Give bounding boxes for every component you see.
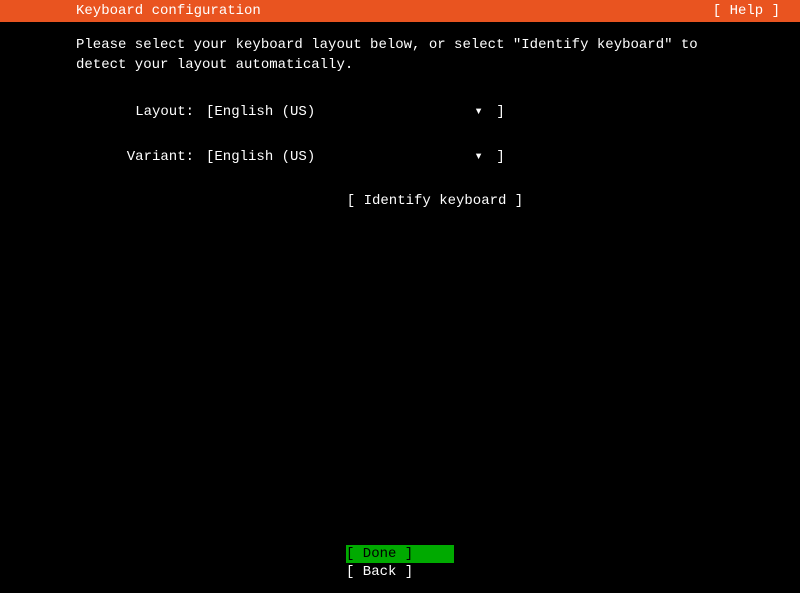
header-bar: Keyboard configuration [ Help ] bbox=[0, 0, 800, 22]
variant-open-bracket: [ bbox=[206, 149, 214, 165]
chevron-down-icon: ▾ bbox=[474, 103, 496, 120]
layout-row: Layout: [ English (US) ▾ ] bbox=[76, 103, 724, 120]
chevron-down-icon: ▾ bbox=[474, 148, 496, 165]
layout-close-bracket: ] bbox=[496, 104, 504, 120]
variant-close-bracket: ] bbox=[496, 149, 504, 165]
variant-value: English (US) bbox=[214, 149, 474, 165]
layout-select[interactable]: [ English (US) ▾ ] bbox=[206, 103, 505, 120]
page-title: Keyboard configuration bbox=[76, 3, 261, 19]
back-button[interactable]: [ Back ] bbox=[346, 563, 454, 581]
layout-open-bracket: [ bbox=[206, 104, 214, 120]
identify-keyboard-button[interactable]: [ Identify keyboard ] bbox=[347, 193, 523, 209]
content-area: Please select your keyboard layout below… bbox=[0, 22, 800, 209]
description-text: Please select your keyboard layout below… bbox=[76, 36, 724, 75]
footer-buttons: [ Done ] [ Back ] bbox=[0, 545, 800, 581]
variant-label: Variant: bbox=[76, 149, 206, 165]
layout-label: Layout: bbox=[76, 104, 206, 120]
done-button[interactable]: [ Done ] bbox=[346, 545, 454, 563]
variant-row: Variant: [ English (US) ▾ ] bbox=[76, 148, 724, 165]
variant-select[interactable]: [ English (US) ▾ ] bbox=[206, 148, 505, 165]
layout-value: English (US) bbox=[214, 104, 474, 120]
identify-row: [ Identify keyboard ] bbox=[76, 193, 724, 209]
help-button[interactable]: [ Help ] bbox=[713, 3, 780, 19]
